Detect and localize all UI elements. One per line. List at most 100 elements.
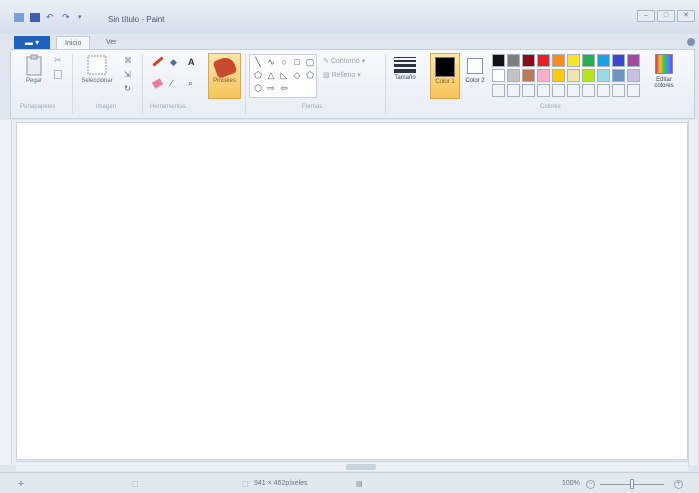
polygon-shape-icon[interactable]: ⬠ [252, 69, 264, 81]
fill-bucket-icon: ▨ [323, 72, 330, 79]
status-bar: ✛ ⬚ ⬚ 941 × 462píxeles ▤ 100% − + [0, 472, 699, 493]
palette-swatch[interactable] [492, 69, 505, 82]
text-icon[interactable]: A [188, 57, 195, 67]
cut-icon[interactable]: ✂ [54, 55, 62, 66]
palette-swatch[interactable] [507, 54, 520, 67]
horizontal-scrollbar[interactable] [16, 461, 688, 471]
image-group-label: Imagen [96, 104, 117, 110]
palette-swatch[interactable] [552, 69, 565, 82]
palette-swatch[interactable] [597, 69, 610, 82]
tab-view[interactable]: Ver [98, 36, 125, 50]
palette-swatch[interactable] [492, 84, 505, 97]
save-icon[interactable] [30, 13, 40, 22]
palette-swatch[interactable] [582, 54, 595, 67]
palette-swatch[interactable] [612, 69, 625, 82]
fill-icon[interactable]: ◆ [170, 57, 177, 68]
magnifier-icon[interactable]: ⌕ [188, 78, 193, 89]
palette-swatch[interactable] [522, 69, 535, 82]
select-button[interactable]: Seleccionar [76, 54, 118, 84]
minimize-button[interactable]: – [637, 10, 655, 22]
arrow-shape-icon[interactable]: ⇨ [265, 82, 277, 94]
edit-colors-button[interactable]: Editar colores [649, 54, 679, 100]
palette-swatch[interactable] [627, 69, 640, 82]
palette-swatch[interactable] [597, 54, 610, 67]
color1-button[interactable]: Color 1 [430, 53, 460, 99]
palette-swatch[interactable] [537, 84, 550, 97]
palette-swatch[interactable] [567, 84, 580, 97]
palette-swatch[interactable] [582, 84, 595, 97]
right-triangle-shape-icon[interactable]: ◺ [278, 69, 290, 81]
pentagon-shape-icon[interactable]: ⬠ [304, 69, 316, 81]
brushes-button[interactable]: Pinceles [208, 53, 241, 99]
file-size-icon: ▤ [356, 481, 363, 488]
palette-swatch[interactable] [597, 84, 610, 97]
rectangle-shape-icon[interactable]: □ [291, 56, 303, 68]
rounded-rectangle-shape-icon[interactable]: ▢ [304, 56, 316, 68]
vertical-scrollbar[interactable] [688, 120, 697, 465]
canvas-dimensions: 941 × 462píxeles [254, 480, 308, 487]
oval-shape-icon[interactable]: ○ [278, 56, 290, 68]
palette-swatch[interactable] [612, 84, 625, 97]
palette-swatch[interactable] [507, 84, 520, 97]
separator [385, 54, 386, 114]
diamond-shape-icon[interactable]: ◇ [291, 69, 303, 81]
copy-icon[interactable] [54, 70, 62, 79]
color-palette [492, 54, 640, 97]
paste-label: Pegar [25, 78, 42, 84]
shapes-grid: ╲ ∿ ○ □ ▢ ⬠ △ ◺ ◇ ⬠ ⬡ ⇨ ⇦ [252, 56, 316, 94]
palette-swatch[interactable] [612, 54, 625, 67]
customize-toolbar-icon[interactable]: ▾ [78, 13, 88, 22]
palette-swatch[interactable] [537, 54, 550, 67]
zoom-level: 100% [562, 480, 580, 487]
paste-button[interactable]: Pegar [20, 54, 48, 84]
paint-menu-button[interactable]: ▬ ▾ [14, 36, 50, 49]
quick-access-toolbar: ↶ ↷ ▾ [14, 13, 88, 22]
fill-dropdown[interactable]: ▨ Relleno ▾ [323, 71, 361, 79]
palette-swatch[interactable] [567, 69, 580, 82]
palette-swatch[interactable] [537, 69, 550, 82]
size-button[interactable]: Tamaño [390, 53, 420, 99]
selection-size-icon: ⬚ [132, 481, 139, 488]
color1-label: Color 1 [435, 79, 455, 85]
palette-swatch[interactable] [552, 54, 565, 67]
undo-icon[interactable]: ↶ [46, 13, 56, 22]
tools-group-label: Herramientas [150, 104, 187, 110]
rotate-icon[interactable]: ↻ [124, 84, 131, 93]
maximize-button[interactable]: □ [657, 10, 675, 22]
palette-swatch[interactable] [627, 84, 640, 97]
palette-swatch[interactable] [522, 54, 535, 67]
palette-swatch[interactable] [552, 84, 565, 97]
color2-swatch [467, 58, 483, 74]
palette-swatch[interactable] [627, 54, 640, 67]
color-picker-icon[interactable]: ∕ [171, 78, 173, 88]
close-button[interactable]: ✕ [677, 10, 695, 22]
zoom-slider-thumb[interactable] [630, 479, 634, 489]
outline-dropdown[interactable]: ✎ Contorno ▾ [323, 57, 365, 65]
triangle-shape-icon[interactable]: △ [265, 69, 277, 81]
palette-swatch[interactable] [507, 69, 520, 82]
crop-icon[interactable]: ⌘ [124, 56, 132, 65]
arrow-left-shape-icon[interactable]: ⇦ [278, 82, 290, 94]
color2-button[interactable]: Color 2 [462, 53, 488, 99]
curve-shape-icon[interactable]: ∿ [265, 56, 277, 68]
line-shape-icon[interactable]: ╲ [252, 56, 264, 68]
tab-home[interactable]: Inicio [56, 36, 91, 50]
cursor-position-icon: ✛ [18, 481, 24, 488]
zoom-in-button[interactable]: + [674, 480, 683, 489]
help-icon[interactable] [687, 38, 695, 46]
palette-swatch[interactable] [522, 84, 535, 97]
shapes-group-label: Formas [302, 104, 323, 110]
select-label: Seleccionar [81, 78, 113, 84]
horizontal-scroll-thumb[interactable] [346, 464, 376, 470]
redo-icon[interactable]: ↷ [62, 13, 72, 22]
palette-swatch[interactable] [567, 54, 580, 67]
zoom-out-button[interactable]: − [586, 480, 595, 489]
fill-label: Relleno [331, 72, 356, 79]
paint-menu-icon: ▬ ▾ [24, 38, 40, 47]
resize-icon[interactable]: ⇲ [124, 70, 131, 79]
palette-swatch[interactable] [492, 54, 505, 67]
hexagon-shape-icon[interactable]: ⬡ [252, 82, 264, 94]
palette-swatch[interactable] [582, 69, 595, 82]
drawing-canvas[interactable] [16, 122, 688, 460]
left-margin [0, 120, 12, 465]
